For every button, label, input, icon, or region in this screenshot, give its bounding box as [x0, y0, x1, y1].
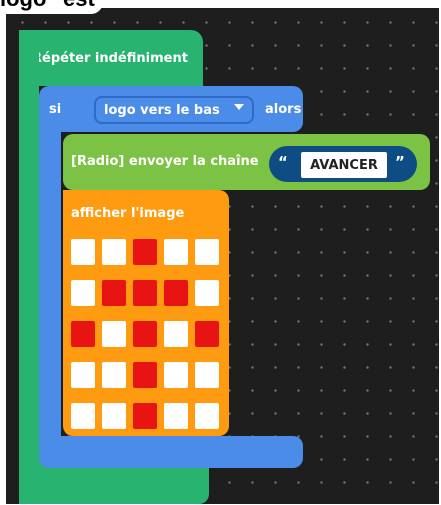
led-cell[interactable]: [102, 362, 126, 388]
led-cell[interactable]: [71, 403, 95, 429]
led-cell[interactable]: [164, 239, 188, 265]
string-value-field[interactable]: AVANCER: [301, 152, 387, 178]
led-cell[interactable]: [195, 362, 219, 388]
if-label: si: [49, 102, 62, 117]
radio-send-label: [Radio] envoyer la chaîne: [71, 154, 259, 169]
led-cell[interactable]: [164, 403, 188, 429]
forever-block-arm[interactable]: [19, 30, 39, 504]
led-cell[interactable]: [164, 362, 188, 388]
led-cell[interactable]: [164, 280, 188, 306]
led-cell[interactable]: [102, 403, 126, 429]
led-cell[interactable]: [102, 239, 126, 265]
led-cell[interactable]: [71, 280, 95, 306]
led-cell[interactable]: [133, 403, 157, 429]
led-matrix[interactable]: [71, 239, 221, 429]
if-block-foot[interactable]: [39, 436, 303, 468]
then-label: alors: [265, 102, 302, 117]
led-cell[interactable]: [71, 321, 95, 347]
forever-block[interactable]: Répéter indéfiniment: [19, 30, 203, 86]
led-cell[interactable]: [195, 321, 219, 347]
led-cell[interactable]: [164, 321, 188, 347]
led-cell[interactable]: [133, 280, 157, 306]
led-cell[interactable]: [102, 280, 126, 306]
condition-label: logo vers le bas: [104, 103, 220, 118]
close-quote-icon: ”: [395, 153, 405, 171]
caption-text: logo" est: [0, 0, 103, 14]
led-cell[interactable]: [133, 362, 157, 388]
led-cell[interactable]: [102, 321, 126, 347]
show-image-label: afficher l'image: [71, 206, 185, 221]
open-quote-icon: “: [278, 153, 288, 171]
if-block-arm[interactable]: [39, 128, 61, 438]
led-cell[interactable]: [133, 239, 157, 265]
condition-dropdown[interactable]: logo vers le bas: [94, 96, 254, 124]
led-cell[interactable]: [195, 280, 219, 306]
led-cell[interactable]: [133, 321, 157, 347]
led-cell[interactable]: [71, 362, 95, 388]
led-cell[interactable]: [71, 239, 95, 265]
led-cell[interactable]: [195, 239, 219, 265]
led-cell[interactable]: [195, 403, 219, 429]
blocks-workspace[interactable]: Répéter indéfiniment si alors logo vers …: [6, 8, 439, 504]
forever-label: Répéter indéfiniment: [32, 51, 188, 66]
chevron-down-icon[interactable]: [234, 104, 244, 110]
